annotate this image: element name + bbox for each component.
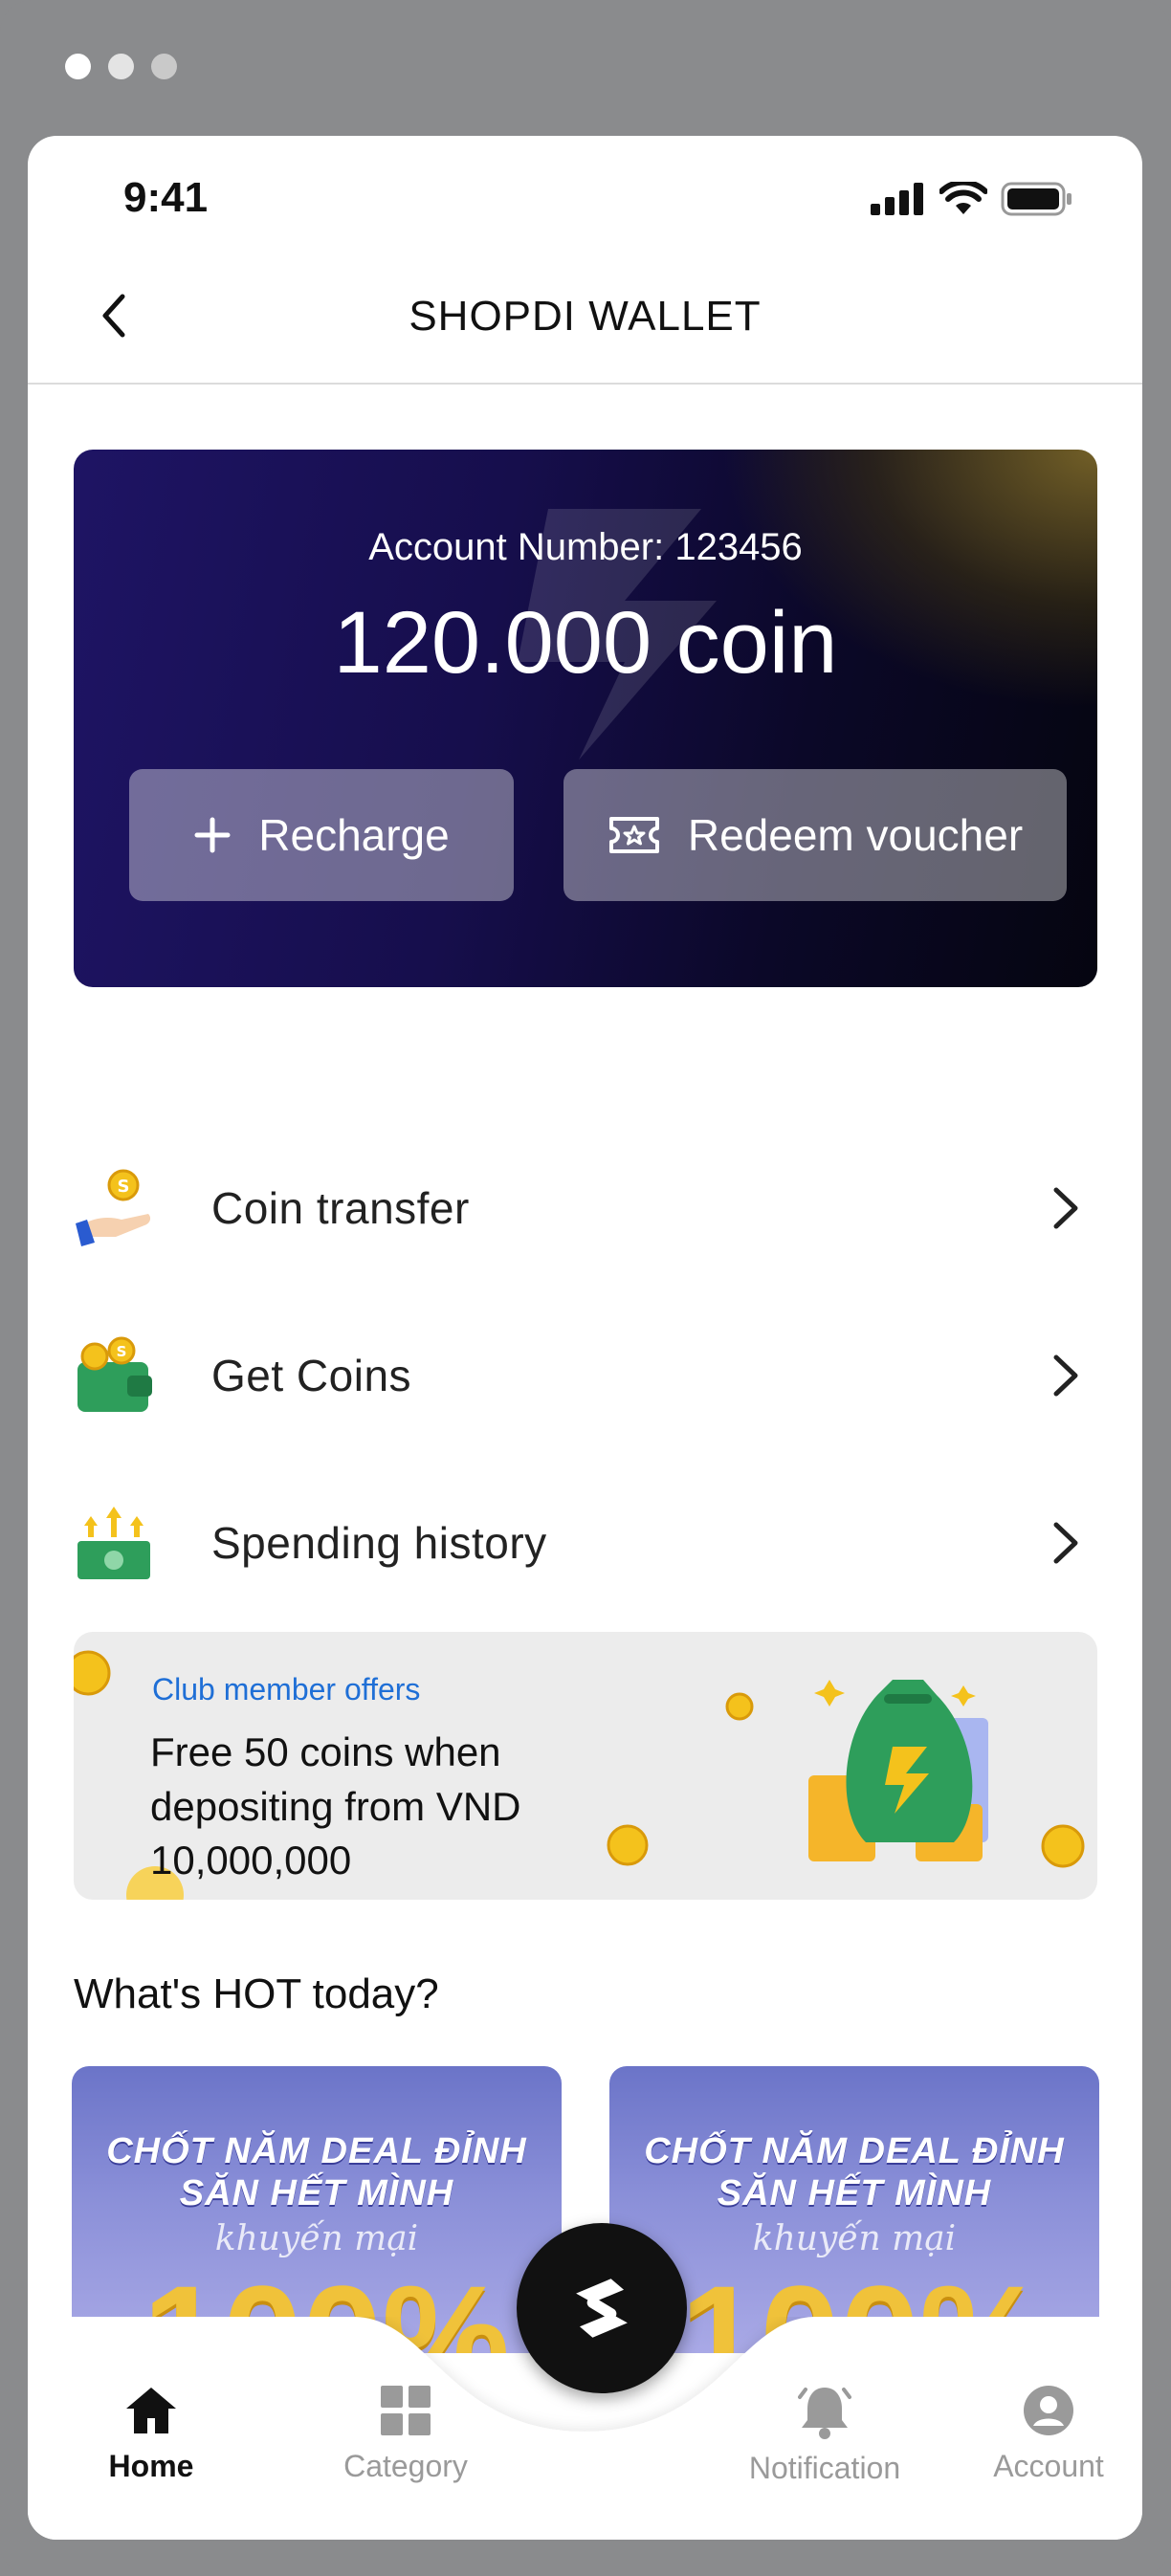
plus-icon: [194, 817, 231, 853]
svg-text:S: S: [117, 1343, 127, 1360]
wallet-coins-icon: S: [77, 1336, 152, 1412]
banner-script-text: khuyến mại: [752, 2219, 957, 2258]
wifi-icon: [939, 182, 987, 214]
wallet-card: Account Number: 123456 120.000 coin Rech…: [74, 450, 1097, 987]
tab-label: Category: [343, 2449, 468, 2483]
menu-item-spending-history[interactable]: Spending history: [28, 1471, 1142, 1615]
shopdi-center-button[interactable]: [517, 2223, 687, 2393]
user-icon: [1024, 2386, 1073, 2435]
menu-item-label: Get Coins: [211, 1351, 412, 1400]
tab-label: Notification: [748, 2451, 901, 2485]
status-bar: 9:41: [28, 136, 1142, 251]
banner-headline: CHỐT NĂM DEAL ĐỈNH: [644, 2131, 1065, 2171]
phone-screen: 9:41 SHOPDI WALLET Account Number: 12345…: [28, 136, 1142, 2540]
redeem-voucher-button[interactable]: Redeem voucher: [563, 769, 1067, 901]
grid-icon: [381, 2386, 431, 2435]
hot-deal-banner[interactable]: CHỐT NĂM DEAL ĐỈNH SĂN HẾT MÌNH khuyến m…: [72, 2066, 562, 2353]
recharge-button[interactable]: Recharge: [129, 769, 514, 901]
bell-icon: [798, 2388, 851, 2439]
menu-item-label: Spending history: [211, 1518, 547, 1568]
club-offer-banner[interactable]: Club member offers Free 50 coins when de…: [74, 1632, 1097, 1900]
promo-text: Free 50 coins when depositing from VND 1…: [150, 1729, 521, 1883]
promo-tag: Club member offers: [152, 1672, 421, 1706]
battery-icon: [1001, 182, 1072, 216]
coin-decoration-icon: [725, 1692, 754, 1721]
banner-subheadline: SĂN HẾT MÌNH: [179, 2173, 454, 2213]
redeem-label: Redeem voucher: [687, 810, 1024, 860]
banner-script-text: khuyến mại: [214, 2219, 419, 2258]
coin-decoration-icon: [74, 1650, 111, 1696]
tab-account[interactable]: Account: [953, 2384, 1142, 2484]
banner-subheadline: SĂN HẾT MÌNH: [717, 2173, 992, 2213]
status-icons: [871, 182, 1073, 216]
home-icon: [126, 2388, 176, 2433]
money-arrows-icon: [77, 1507, 150, 1579]
nav-bar: SHOPDI WALLET: [28, 251, 1142, 385]
shopdi-logo-icon: [576, 2279, 628, 2338]
tab-label: Account: [993, 2449, 1104, 2483]
tab-home[interactable]: Home: [55, 2384, 247, 2484]
window-controls: [65, 54, 177, 79]
chevron-right-icon: [1053, 1187, 1078, 1229]
window-dot-close[interactable]: [65, 54, 91, 79]
account-number: Account Number: 123456: [368, 526, 803, 568]
window-dot-minimize[interactable]: [108, 54, 134, 79]
section-title-hot: What's HOT today?: [74, 1971, 439, 2017]
tab-label: Home: [108, 2449, 194, 2483]
recharge-label: Recharge: [258, 810, 450, 860]
window-dot-maximize[interactable]: [151, 54, 177, 79]
coin-hand-icon: S: [76, 1169, 151, 1246]
coin-balance: 120.000 coin: [333, 594, 838, 692]
page-title: SHOPDI WALLET: [409, 293, 762, 340]
tab-category[interactable]: Category: [310, 2384, 501, 2484]
menu-item-get-coins[interactable]: S Get Coins: [28, 1304, 1142, 1447]
status-time: 9:41: [123, 174, 209, 221]
menu-item-label: Coin transfer: [211, 1183, 470, 1233]
money-bag-icon: [808, 1680, 988, 1861]
banner-headline: CHỐT NĂM DEAL ĐỈNH: [106, 2131, 527, 2171]
app-window: 9:41 SHOPDI WALLET Account Number: 12345…: [0, 0, 1171, 2576]
ticket-icon: [608, 817, 659, 853]
tab-notification[interactable]: Notification: [729, 2384, 920, 2486]
menu-item-coin-transfer[interactable]: S Coin transfer: [28, 1136, 1142, 1280]
chevron-right-icon: [1053, 1522, 1078, 1564]
chevron-right-icon: [1053, 1354, 1078, 1397]
signal-icon: [871, 183, 923, 215]
svg-text:S: S: [118, 1177, 130, 1197]
coin-decoration-icon: [1041, 1824, 1085, 1868]
